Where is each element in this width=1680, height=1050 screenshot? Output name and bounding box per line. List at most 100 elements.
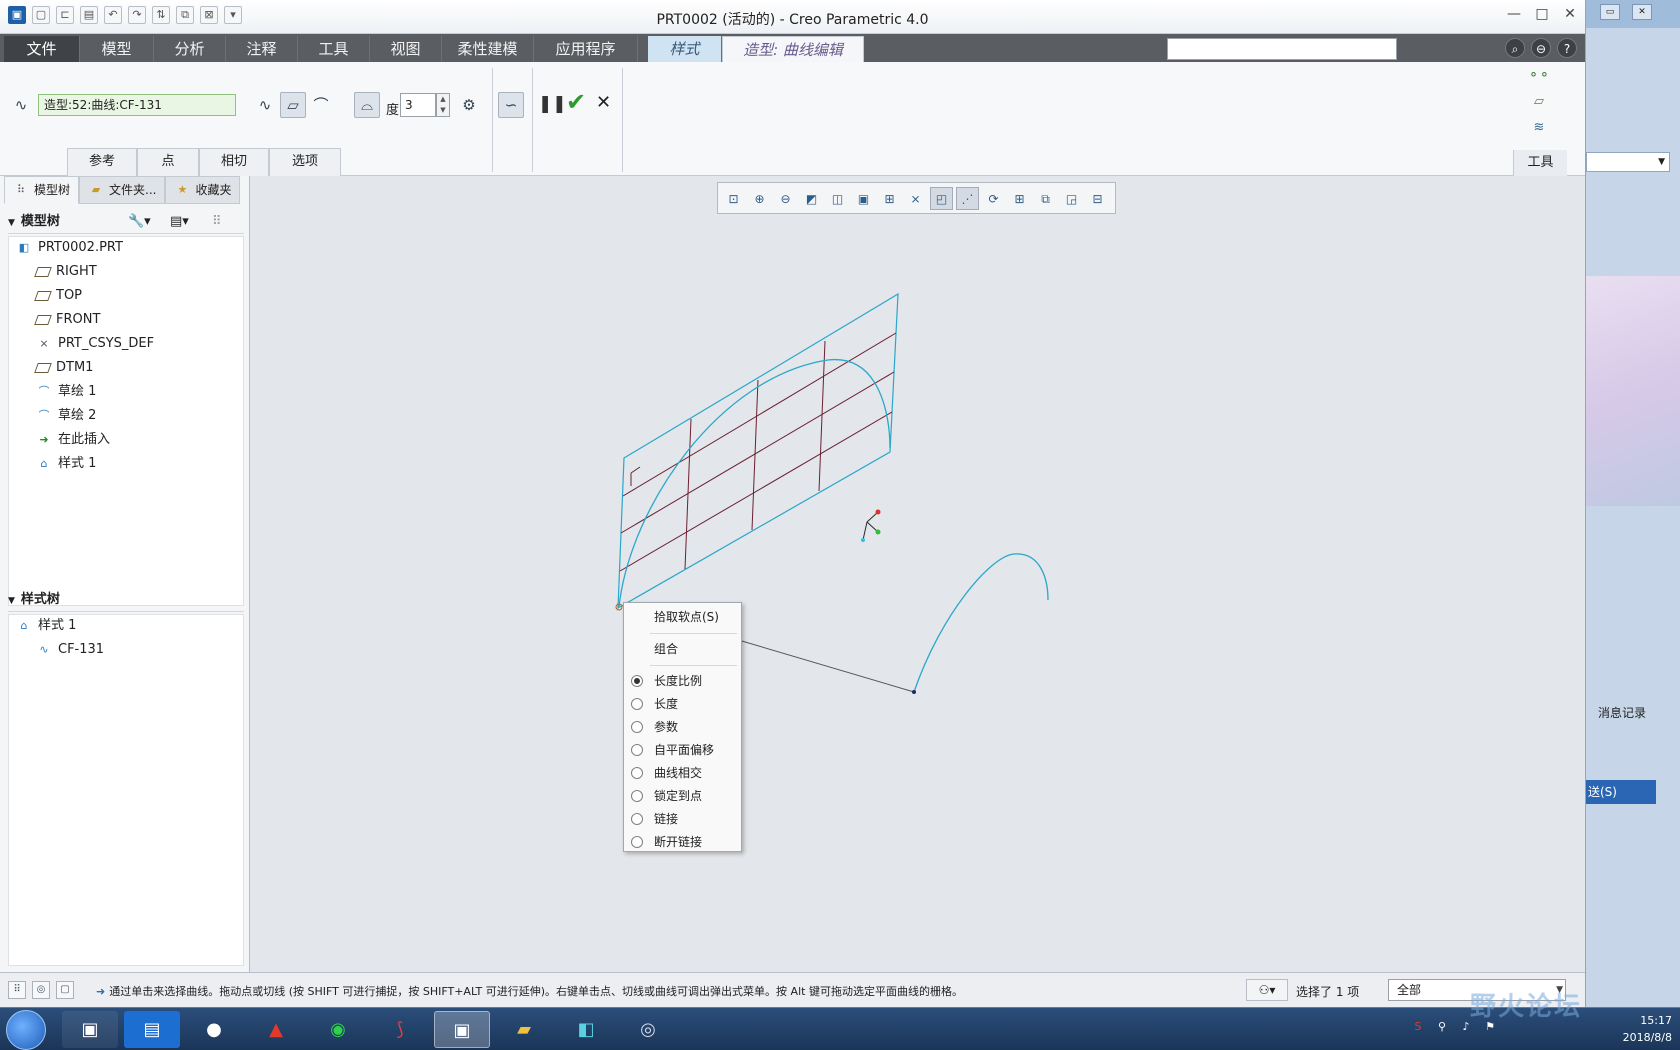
- tab-model[interactable]: 模型: [80, 36, 154, 62]
- tab-tools[interactable]: 工具: [298, 36, 370, 62]
- minimize-button[interactable]: —: [1507, 6, 1521, 22]
- menu-lock-to-point[interactable]: 锁定到点: [624, 786, 741, 807]
- part-icon: ◧: [18, 241, 30, 254]
- bg-close-icon[interactable]: ✕: [1632, 4, 1652, 20]
- tools-label[interactable]: 工具: [1513, 150, 1567, 176]
- tree-item-part[interactable]: ◧ PRT0002.PRT: [16, 237, 123, 259]
- tab-model-tree[interactable]: ⠷ 模型树: [4, 176, 80, 204]
- menu-curve-intersect[interactable]: 曲线相交: [624, 763, 741, 784]
- tree-item-style1[interactable]: ⌂ 样式 1: [36, 453, 97, 475]
- network-icon[interactable]: ⚲: [1434, 1020, 1450, 1036]
- menu-length-ratio[interactable]: 长度比例: [624, 671, 741, 692]
- cos-curve-icon[interactable]: ⌒: [308, 92, 334, 118]
- degree-input[interactable]: 3: [400, 93, 436, 117]
- filter-icon[interactable]: ⠿: [212, 210, 222, 234]
- menu-link[interactable]: 链接: [624, 809, 741, 830]
- show-icon[interactable]: ▤▾: [170, 210, 189, 234]
- status-message: ➜ 通过单击来选择曲线。拖动点或切线 (按 SHIFT 可进行捕捉，按 SHIFT…: [96, 985, 963, 998]
- status-bar: ⠿ ◎ ▢ ➜ 通过单击来选择曲线。拖动点或切线 (按 SHIFT 可进行捕捉，按…: [0, 972, 1585, 1007]
- title-bar: ▣ ▢ ⊏ ▤ ↶ ↷ ⇅ ⧉ ⊠ ▾ PRT0002 (活动的) - Creo…: [0, 0, 1585, 34]
- help-icon[interactable]: ?: [1557, 38, 1577, 58]
- tab-flexible-modeling[interactable]: 柔性建模: [442, 36, 534, 62]
- degree-spinner[interactable]: ▲ ▼: [436, 93, 450, 117]
- ribbon-subtabs: 参考 点 相切 选项: [67, 148, 341, 176]
- curve-reference-field[interactable]: 造型:52:曲线:CF-131: [38, 94, 236, 116]
- planar-curve-icon[interactable]: ⏥: [280, 92, 306, 118]
- style-tree-item-curve[interactable]: ∿ CF-131: [36, 639, 104, 661]
- search-input[interactable]: [1167, 38, 1397, 60]
- plane-tool-icon[interactable]: ▱: [1527, 94, 1551, 116]
- model-tree-header[interactable]: ▼ 模型树 🔧▾ ▤▾ ⠿: [8, 210, 244, 234]
- analysis-tool-icon[interactable]: ≋: [1527, 120, 1551, 142]
- control-point-icon[interactable]: ⌓: [354, 92, 380, 118]
- fullscreen-icon[interactable]: ▢: [56, 981, 74, 999]
- background-dropdown[interactable]: ▼: [1586, 152, 1670, 172]
- pause-button[interactable]: ❚❚: [538, 94, 567, 114]
- browser-toggle-icon[interactable]: ◎: [32, 981, 50, 999]
- taskbar-app-disc-icon[interactable]: ◎: [620, 1011, 676, 1048]
- start-button[interactable]: [6, 1010, 46, 1050]
- menu-offset-from-plane[interactable]: 自平面偏移: [624, 740, 741, 761]
- tab-curve-edit[interactable]: 造型: 曲线编辑: [722, 36, 864, 62]
- taskbar-qq-icon[interactable]: ●: [186, 1011, 242, 1048]
- taskbar-creo-icon[interactable]: ▣: [434, 1011, 490, 1048]
- search-icon[interactable]: ⌕: [1505, 38, 1525, 58]
- link-tool-icon[interactable]: ⚬⚬: [1527, 68, 1551, 90]
- subtab-options[interactable]: 选项: [269, 148, 341, 176]
- sogou-icon[interactable]: S: [1410, 1020, 1426, 1036]
- tree-item-dtm1[interactable]: DTM1: [34, 357, 93, 379]
- taskbar-app-red-icon[interactable]: ⟆: [372, 1011, 428, 1048]
- taskbar-app-window-icon[interactable]: ▣: [62, 1011, 118, 1048]
- menu-unlink[interactable]: 断开链接: [624, 832, 741, 852]
- tab-file[interactable]: 文件: [4, 36, 80, 62]
- curvature-icon[interactable]: ⚙: [456, 92, 482, 118]
- close-button[interactable]: ✕: [1563, 6, 1577, 22]
- navigator-toggle-icon[interactable]: ⠿: [8, 981, 26, 999]
- tab-favorites[interactable]: ★ 收藏夹: [165, 176, 241, 204]
- community-icon[interactable]: ⊖: [1531, 38, 1551, 58]
- curve-analysis-icon[interactable]: ∽: [498, 92, 524, 118]
- tab-applications[interactable]: 应用程序: [534, 36, 638, 62]
- subtab-references[interactable]: 参考: [67, 148, 137, 176]
- tab-view[interactable]: 视图: [370, 36, 442, 62]
- tree-item-sketch2[interactable]: ⌒ 草绘 2: [36, 405, 97, 427]
- message-log-label[interactable]: 消息记录: [1598, 704, 1646, 721]
- maximize-button[interactable]: □: [1535, 6, 1549, 22]
- model-canvas[interactable]: [250, 176, 1585, 972]
- tab-annotate[interactable]: 注释: [226, 36, 298, 62]
- radio-icon: [631, 744, 643, 756]
- menu-parameter[interactable]: 参数: [624, 717, 741, 738]
- style-tree-header[interactable]: ▼ 样式树: [8, 588, 244, 612]
- bg-restore-icon[interactable]: ▭: [1600, 4, 1620, 20]
- taskbar-app-blue-icon[interactable]: ▤: [124, 1011, 180, 1048]
- taskbar-explorer-icon[interactable]: ▰: [496, 1011, 552, 1048]
- taskbar-autocad-icon[interactable]: ▲: [248, 1011, 304, 1048]
- menu-pick-soft-point[interactable]: 拾取软点(S): [624, 607, 741, 628]
- tab-analysis[interactable]: 分析: [154, 36, 226, 62]
- radio-icon: [631, 790, 643, 802]
- tab-folder-browser[interactable]: ▰ 文件夹...: [79, 176, 166, 204]
- tree-item-front[interactable]: FRONT: [34, 309, 100, 331]
- find-icon[interactable]: ⚇▾: [1246, 979, 1288, 1001]
- menu-combine[interactable]: 组合: [624, 639, 741, 660]
- subtab-points[interactable]: 点: [137, 148, 199, 176]
- clock[interactable]: 15:17 2018/8/8: [1623, 1012, 1672, 1046]
- ribbon-right-icons: ⌕ ⊖ ?: [1505, 38, 1577, 58]
- tree-item-sketch1[interactable]: ⌒ 草绘 1: [36, 381, 97, 403]
- tree-item-insert-here[interactable]: ➜ 在此插入: [36, 429, 110, 451]
- ok-checkmark-button[interactable]: ✔: [566, 88, 586, 116]
- menu-length[interactable]: 长度: [624, 694, 741, 715]
- graphics-area[interactable]: ⊡ ⊕ ⊖ ◩ ◫ ▣ ⊞ ⨯ ◰ ⋰ ⟳ ⊞ ⧉ ◲ ⊟: [250, 176, 1585, 972]
- settings-icon[interactable]: 🔧▾: [128, 210, 151, 234]
- free-curve-icon[interactable]: ∿: [252, 92, 278, 118]
- taskbar-wechat-icon[interactable]: ◉: [310, 1011, 366, 1048]
- tree-item-csys[interactable]: ⨯ PRT_CSYS_DEF: [36, 333, 154, 355]
- tab-style[interactable]: 样式: [648, 36, 722, 62]
- send-button[interactable]: 送(S): [1586, 780, 1656, 804]
- subtab-tangency[interactable]: 相切: [199, 148, 269, 176]
- tree-item-top[interactable]: TOP: [34, 285, 82, 307]
- taskbar-app-cube-icon[interactable]: ◧: [558, 1011, 614, 1048]
- cancel-button[interactable]: ✕: [596, 92, 611, 113]
- tree-item-right[interactable]: RIGHT: [34, 261, 97, 283]
- style-tree-item-style1[interactable]: ⌂ 样式 1: [16, 615, 77, 637]
